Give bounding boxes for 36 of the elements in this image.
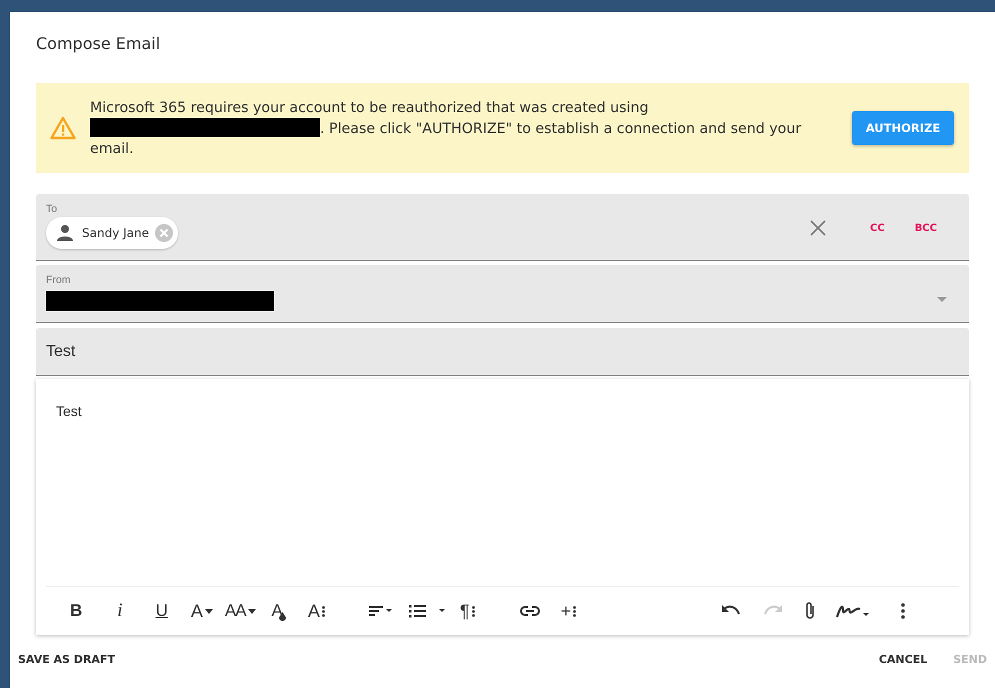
- alert-message: email.: [90, 140, 134, 156]
- message-body[interactable]: Test: [36, 379, 969, 586]
- from-field[interactable]: From: [36, 265, 969, 323]
- align-icon: [368, 603, 394, 619]
- dots-icon: [472, 606, 475, 616]
- person-icon: [56, 224, 76, 242]
- alert-message: Microsoft 365 requires your account to be reauthorized that was created using: [90, 100, 648, 116]
- cc-button[interactable]: CC: [870, 222, 885, 234]
- paragraph-button[interactable]: ¶: [460, 598, 475, 624]
- bcc-button[interactable]: BCC: [914, 222, 937, 234]
- recipient-name: Sandy Jane: [82, 226, 149, 240]
- dots-icon: [573, 606, 576, 616]
- link-icon: [518, 604, 541, 618]
- dialog-title: Compose Email: [36, 33, 162, 55]
- text-options-button[interactable]: A: [308, 598, 325, 624]
- to-field[interactable]: To Sandy Jane CC BCC: [36, 194, 969, 261]
- field-label: To: [46, 203, 58, 215]
- more-icon: [900, 602, 906, 620]
- caret-icon: [204, 608, 213, 614]
- save-draft-button[interactable]: SAVE AS DRAFT: [18, 653, 115, 666]
- underline-button[interactable]: U: [156, 598, 168, 624]
- insert-button[interactable]: +: [560, 598, 576, 624]
- alert-message: . Please click "AUTHORIZE" to establish a connection and send your: [320, 120, 802, 136]
- italic-button[interactable]: i: [117, 598, 123, 624]
- dots-icon: [322, 606, 325, 616]
- close-icon[interactable]: [810, 220, 826, 236]
- warning-icon: [50, 116, 76, 140]
- subject-field[interactable]: Test: [36, 328, 969, 376]
- field-label: From: [46, 274, 72, 286]
- font-size-button[interactable]: AA: [224, 598, 256, 624]
- cancel-button[interactable]: CANCEL: [878, 653, 928, 666]
- font-color-button[interactable]: A: [190, 598, 213, 624]
- bold-button[interactable]: B: [70, 598, 82, 624]
- caret-icon: [248, 608, 256, 614]
- recipient-chip[interactable]: Sandy Jane: [46, 217, 178, 249]
- list-icon: [408, 603, 446, 619]
